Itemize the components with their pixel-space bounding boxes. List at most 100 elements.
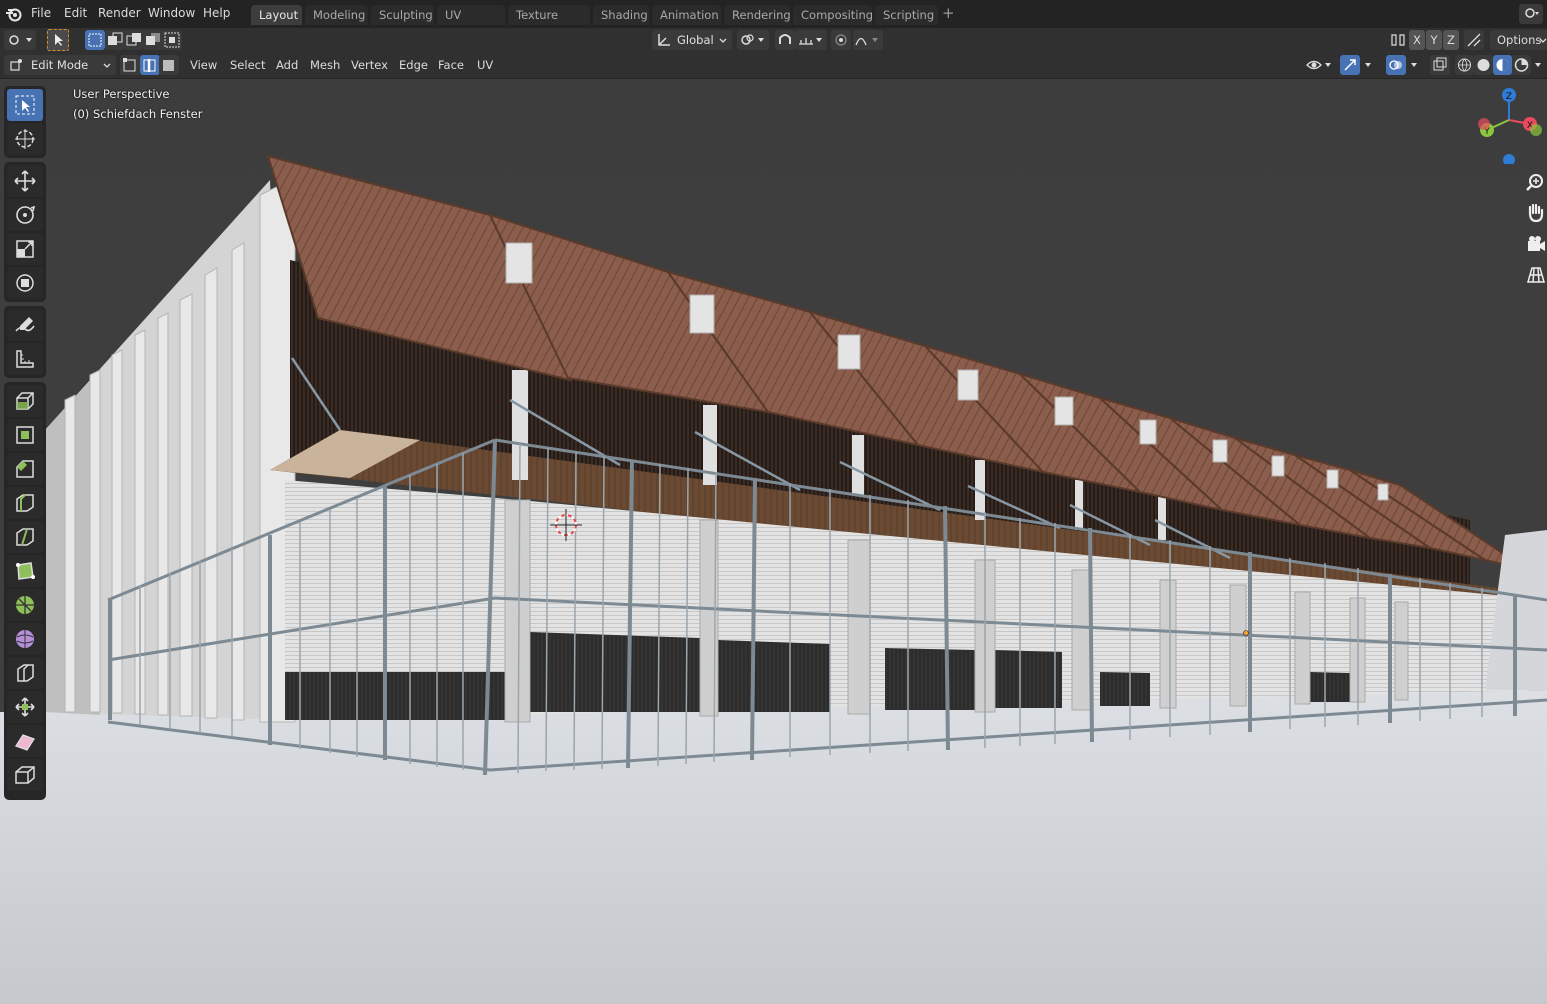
menu-edge[interactable]: Edge bbox=[399, 58, 428, 72]
snap-toggle-icon[interactable] bbox=[775, 30, 795, 50]
overlays-toggle-button[interactable] bbox=[1386, 55, 1406, 75]
menu-window[interactable]: Window bbox=[148, 6, 195, 20]
tool-loop-cut[interactable] bbox=[7, 487, 43, 519]
mirror-toggle-icon[interactable] bbox=[1388, 30, 1408, 50]
shading-wireframe-button[interactable] bbox=[1455, 55, 1474, 75]
gizmo-toggle-button[interactable] bbox=[1340, 55, 1360, 75]
3d-viewport[interactable]: User Perspective (0) Schiefdach Fenster … bbox=[0, 79, 1547, 1004]
menu-view[interactable]: View bbox=[190, 58, 217, 72]
mirror-z-button[interactable]: Z bbox=[1443, 30, 1459, 50]
perspective-toggle-icon[interactable] bbox=[1522, 261, 1547, 289]
tab-rendering[interactable]: Rendering bbox=[724, 5, 791, 25]
tool-inset[interactable] bbox=[7, 419, 43, 451]
transform-orientation-value: Global bbox=[677, 33, 714, 47]
tab-compositing[interactable]: Compositing bbox=[793, 5, 873, 25]
tool-extrude[interactable] bbox=[7, 385, 43, 417]
proportional-edit-icon[interactable] bbox=[831, 30, 851, 50]
gizmo-dropdown[interactable] bbox=[1361, 55, 1377, 75]
mirror-x-button[interactable]: X bbox=[1409, 30, 1425, 50]
tab-layout[interactable]: Layout bbox=[251, 5, 302, 25]
select-mode-invert-icon[interactable] bbox=[143, 30, 163, 50]
editor-type-icon[interactable] bbox=[4, 30, 36, 50]
shading-material-button[interactable] bbox=[1493, 55, 1512, 75]
select-mode-subtract-icon[interactable] bbox=[124, 30, 144, 50]
zoom-icon[interactable] bbox=[1522, 169, 1547, 197]
select-mode-extend-icon[interactable] bbox=[105, 30, 125, 50]
menu-help[interactable]: Help bbox=[203, 6, 230, 20]
tool-cursor[interactable] bbox=[7, 123, 43, 155]
spin-icon bbox=[16, 596, 34, 614]
scene-render bbox=[0, 79, 1547, 1004]
pivot-point-dropdown[interactable] bbox=[737, 30, 769, 50]
blender-logo-icon[interactable] bbox=[4, 4, 24, 24]
visibility-dropdown[interactable] bbox=[1304, 55, 1334, 75]
tab-modeling[interactable]: Modeling bbox=[305, 5, 368, 25]
vertex-select-button[interactable] bbox=[120, 55, 140, 75]
viewport-perspective-label: User Perspective bbox=[73, 87, 170, 101]
tool-rip-region[interactable] bbox=[7, 759, 43, 791]
overlays-dropdown[interactable] bbox=[1407, 55, 1423, 75]
mirror-y-button[interactable]: Y bbox=[1426, 30, 1442, 50]
tab-animation[interactable]: Animation bbox=[652, 5, 721, 25]
transform-icon bbox=[16, 274, 34, 292]
tool-measure[interactable] bbox=[7, 343, 43, 375]
select-mode-intersect-icon[interactable] bbox=[162, 30, 182, 50]
tool-transform[interactable] bbox=[7, 267, 43, 299]
scene-selector-icon[interactable] bbox=[1519, 4, 1543, 24]
pan-hand-icon[interactable] bbox=[1522, 199, 1547, 227]
options-dropdown[interactable]: Options bbox=[1490, 30, 1547, 50]
top-bar: File Edit Render Window Help Layout Mode… bbox=[0, 0, 1547, 42]
menu-vertex[interactable]: Vertex bbox=[351, 58, 388, 72]
menu-uv[interactable]: UV bbox=[477, 58, 493, 72]
chevron-down-icon bbox=[103, 63, 111, 68]
tool-spin[interactable] bbox=[7, 589, 43, 621]
gizmo-z-label: Z bbox=[1506, 92, 1512, 102]
tab-sculpting[interactable]: Sculpting bbox=[371, 5, 434, 25]
menu-edit[interactable]: Edit bbox=[64, 6, 87, 20]
tool-bevel[interactable] bbox=[7, 453, 43, 485]
edge-select-button[interactable] bbox=[140, 55, 160, 75]
shading-solid-button[interactable] bbox=[1474, 55, 1493, 75]
cursor-icon bbox=[15, 129, 35, 149]
snap-target-dropdown[interactable] bbox=[795, 30, 827, 50]
transform-orientation-dropdown[interactable]: Global bbox=[652, 30, 732, 50]
mesh-options-icon[interactable] bbox=[1464, 30, 1484, 50]
select-mode-new-icon[interactable] bbox=[85, 30, 105, 50]
tab-texture-paint[interactable]: Texture Paint bbox=[508, 5, 590, 42]
tool-shrink-fatten[interactable] bbox=[7, 691, 43, 723]
select-tool-icon[interactable] bbox=[47, 29, 69, 51]
menu-file[interactable]: File bbox=[31, 6, 51, 20]
menu-face[interactable]: Face bbox=[438, 58, 464, 72]
tool-shelf bbox=[4, 86, 46, 800]
measure-icon bbox=[16, 350, 34, 368]
tool-scale[interactable] bbox=[7, 233, 43, 265]
tool-move[interactable] bbox=[7, 165, 43, 197]
shear-icon bbox=[15, 734, 35, 751]
xray-toggle-button[interactable] bbox=[1430, 55, 1450, 75]
tool-rotate[interactable] bbox=[7, 199, 43, 231]
camera-view-icon[interactable] bbox=[1522, 231, 1547, 259]
tool-select-box[interactable] bbox=[7, 89, 43, 121]
edit-mode-icon bbox=[10, 59, 22, 71]
tool-smooth[interactable] bbox=[7, 623, 43, 655]
shading-dropdown[interactable] bbox=[1532, 55, 1546, 75]
proportional-falloff-dropdown[interactable] bbox=[853, 30, 883, 50]
tab-uv-editing[interactable]: UV Editing bbox=[437, 5, 505, 42]
tab-shading[interactable]: Shading bbox=[593, 5, 649, 25]
navigation-gizmo[interactable]: Z X Y bbox=[1470, 84, 1547, 164]
tool-edge-slide[interactable] bbox=[7, 657, 43, 689]
menu-render[interactable]: Render bbox=[98, 6, 141, 20]
face-select-button[interactable] bbox=[159, 55, 179, 75]
mode-dropdown[interactable]: Edit Mode bbox=[4, 55, 116, 75]
tool-shear[interactable] bbox=[7, 725, 43, 757]
shading-rendered-button[interactable] bbox=[1512, 55, 1531, 75]
tool-poly-build[interactable] bbox=[7, 555, 43, 587]
menu-mesh[interactable]: Mesh bbox=[310, 58, 340, 72]
add-workspace-button[interactable]: + bbox=[942, 4, 955, 22]
menu-add[interactable]: Add bbox=[276, 58, 298, 72]
tool-annotate[interactable] bbox=[7, 309, 43, 341]
tool-knife[interactable] bbox=[7, 521, 43, 553]
menu-select[interactable]: Select bbox=[230, 58, 265, 72]
tab-scripting[interactable]: Scripting bbox=[875, 5, 938, 25]
select-box-icon bbox=[15, 95, 35, 115]
